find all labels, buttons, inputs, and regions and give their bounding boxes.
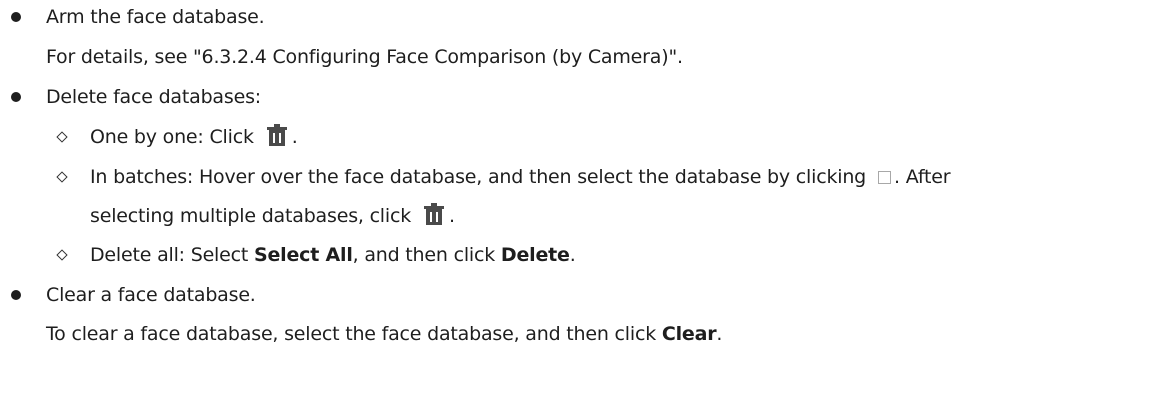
clear-label: Clear — [661, 323, 717, 345]
checkbox-icon — [878, 171, 892, 184]
sub-item-text: One by one: Click. — [90, 120, 298, 154]
bullet-icon — [11, 12, 21, 22]
item-detail: To clear a face database, select the fac… — [46, 323, 723, 345]
diamond-bullet-icon — [56, 249, 68, 261]
sub-item-text: Delete all: Select Select All, and then … — [90, 244, 576, 266]
bullet-icon — [11, 92, 21, 102]
trash-icon — [424, 203, 445, 225]
delete-label: Delete — [500, 244, 570, 266]
item-title: Clear a face database. — [46, 284, 256, 306]
item-detail: For details, see "6.3.2.4 Configuring Fa… — [46, 46, 683, 68]
diamond-bullet-icon — [56, 131, 68, 143]
select-all-label: Select All — [253, 244, 353, 266]
diamond-bullet-icon — [56, 171, 68, 183]
sub-item-text: selecting multiple databases, click. — [90, 199, 455, 233]
bullet-icon — [11, 290, 21, 300]
sub-item-text: In batches: Hover over the face database… — [90, 166, 951, 188]
trash-icon — [266, 124, 287, 146]
document-body: Arm the face database. For details, see … — [0, 0, 1158, 396]
item-title: Arm the face database. — [46, 6, 265, 28]
item-title: Delete face databases: — [46, 86, 261, 108]
